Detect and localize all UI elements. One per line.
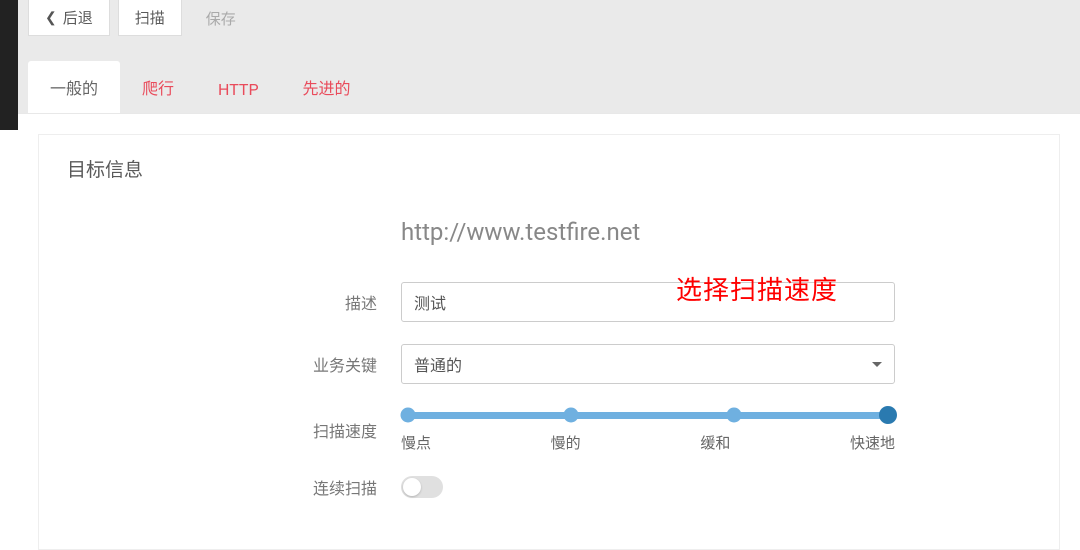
chevron-left-icon: ❮ <box>45 10 57 26</box>
save-button-label: 保存 <box>206 8 236 29</box>
criticality-label: 业务关键 <box>247 352 377 376</box>
caret-down-icon <box>872 362 882 367</box>
continuous-scan-label: 连续扫描 <box>247 475 377 499</box>
slider-track-line <box>408 412 888 419</box>
criticality-select[interactable]: 普通的 <box>401 344 895 384</box>
slider-tick-moderate[interactable] <box>727 408 742 423</box>
criticality-value: 普通的 <box>414 352 462 376</box>
save-button[interactable]: 保存 <box>190 0 252 36</box>
content-area: 目标信息 http://www.testfire.net 描述 业务关键 普通的… <box>18 114 1080 521</box>
target-url-row: http://www.testfire.net <box>247 218 971 246</box>
slider-label-moderate: 缓和 <box>700 432 730 453</box>
scan-speed-label: 扫描速度 <box>247 418 377 442</box>
description-row: 描述 <box>247 282 971 322</box>
card-title: 目标信息 <box>67 155 1031 182</box>
back-button-label: 后退 <box>63 7 93 28</box>
continuous-scan-toggle[interactable] <box>401 476 443 498</box>
target-url: http://www.testfire.net <box>401 218 640 246</box>
scan-speed-row: 扫描速度 慢点 慢的 缓和 快速地 <box>247 406 971 453</box>
annotation-scan-speed: 选择扫描速度 <box>676 270 838 307</box>
toggle-knob <box>403 478 421 496</box>
slider-labels: 慢点 慢的 缓和 快速地 <box>401 432 895 453</box>
slider-tick-slow[interactable] <box>564 408 579 423</box>
scan-speed-slider[interactable]: 慢点 慢的 缓和 快速地 <box>401 406 895 453</box>
criticality-row: 业务关键 普通的 <box>247 344 971 384</box>
form: http://www.testfire.net 描述 业务关键 普通的 扫描速度 <box>247 218 971 499</box>
target-info-card: 目标信息 http://www.testfire.net 描述 业务关键 普通的… <box>38 134 1060 550</box>
tab-general[interactable]: 一般的 <box>28 61 120 113</box>
slider-label-slow: 慢的 <box>551 432 581 453</box>
slider-track <box>401 406 895 424</box>
left-sidebar-stub <box>0 0 18 130</box>
slider-thumb[interactable] <box>879 406 897 424</box>
back-button[interactable]: ❮ 后退 <box>28 0 110 36</box>
tab-crawl[interactable]: 爬行 <box>120 61 196 113</box>
description-label: 描述 <box>247 290 377 314</box>
toolbar: ❮ 后退 扫描 保存 <box>18 0 1080 42</box>
scan-button[interactable]: 扫描 <box>118 0 182 36</box>
tab-bar: 一般的 爬行 HTTP 先进的 <box>18 42 1080 114</box>
tab-http[interactable]: HTTP <box>196 66 281 113</box>
slider-label-fast: 快速地 <box>850 432 895 453</box>
slider-tick-slowest[interactable] <box>401 408 416 423</box>
continuous-scan-row: 连续扫描 <box>247 475 971 499</box>
tab-advanced[interactable]: 先进的 <box>281 61 373 113</box>
slider-label-slowest: 慢点 <box>401 432 431 453</box>
scan-button-label: 扫描 <box>135 7 165 28</box>
